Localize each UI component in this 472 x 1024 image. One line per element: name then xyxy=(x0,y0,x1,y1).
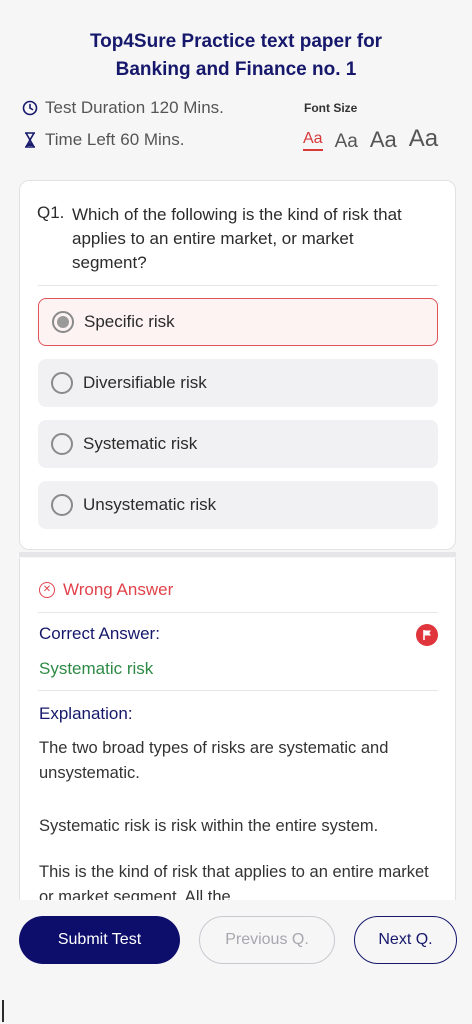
wrong-answer-label: Wrong Answer xyxy=(63,580,174,599)
radio-icon xyxy=(51,494,73,516)
font-size-option-xlarge[interactable]: Aa xyxy=(409,127,438,151)
divider xyxy=(38,285,438,286)
answer-option-label: Specific risk xyxy=(84,312,175,331)
question-number: Q1. xyxy=(37,203,65,222)
explanation-paragraph: The two broad types of risks are systema… xyxy=(39,739,389,782)
explanation-label: Explanation: xyxy=(39,704,133,723)
previous-question-button[interactable]: Previous Q. xyxy=(199,916,335,964)
radio-icon xyxy=(51,372,73,394)
clock-icon xyxy=(21,100,39,116)
wrong-answer-status: ✕ Wrong Answer xyxy=(39,580,173,600)
explanation-paragraph: This is the kind of risk that applies to… xyxy=(39,863,429,900)
time-left-label: Time Left xyxy=(45,130,116,149)
edge-indicator xyxy=(2,1000,4,1022)
answer-option-systematic-risk[interactable]: Systematic risk xyxy=(38,420,438,468)
radio-icon xyxy=(51,433,73,455)
test-duration-label: Test Duration xyxy=(45,98,146,117)
section-separator xyxy=(19,552,456,557)
answer-feedback-card: ✕ Wrong Answer Correct Answer: Systemati… xyxy=(19,558,456,900)
correct-answer-value: Systematic risk xyxy=(39,659,154,678)
test-duration-value: 120 Mins. xyxy=(150,98,224,117)
submit-test-button[interactable]: Submit Test xyxy=(19,916,180,964)
radio-selected-icon xyxy=(52,311,74,333)
answer-option-specific-risk[interactable]: Specific risk xyxy=(38,298,438,346)
correct-answer-label: Correct Answer: xyxy=(39,624,160,643)
answer-option-label: Diversifiable risk xyxy=(83,373,207,392)
answer-option-label: Unsystematic risk xyxy=(83,495,217,514)
question-text: Which of the following is the kind of ri… xyxy=(72,205,402,272)
test-title-line1: Top4Sure Practice text paper for xyxy=(89,31,383,52)
time-left-value: 60 Mins. xyxy=(120,130,185,149)
question-card: Q1. Which of the following is the kind o… xyxy=(19,180,456,550)
font-size-label: Font Size xyxy=(304,101,358,115)
hourglass-icon xyxy=(21,132,39,148)
answer-option-diversifiable-risk[interactable]: Diversifiable risk xyxy=(38,359,438,407)
font-size-option-large[interactable]: Aa xyxy=(370,129,397,151)
font-size-option-medium[interactable]: Aa xyxy=(335,132,358,151)
font-size-options: Aa Aa Aa Aa xyxy=(303,121,438,151)
explanation-paragraph: Systematic risk is risk within the entir… xyxy=(39,817,379,835)
test-title: Top4Sure Practice text paper for Banking… xyxy=(40,28,432,84)
report-flag-icon[interactable] xyxy=(416,624,438,646)
test-title-line2: Banking and Finance no. 1 xyxy=(115,59,357,80)
wrong-x-icon: ✕ xyxy=(39,582,55,598)
answer-option-unsystematic-risk[interactable]: Unsystematic risk xyxy=(38,481,438,529)
answer-option-label: Systematic risk xyxy=(83,434,198,453)
font-size-option-small[interactable]: Aa xyxy=(303,131,323,151)
divider xyxy=(38,612,438,613)
next-question-button[interactable]: Next Q. xyxy=(354,916,457,964)
divider xyxy=(38,690,438,691)
test-duration: Test Duration 120 Mins. xyxy=(21,98,224,118)
time-left: Time Left 60 Mins. xyxy=(21,130,184,150)
